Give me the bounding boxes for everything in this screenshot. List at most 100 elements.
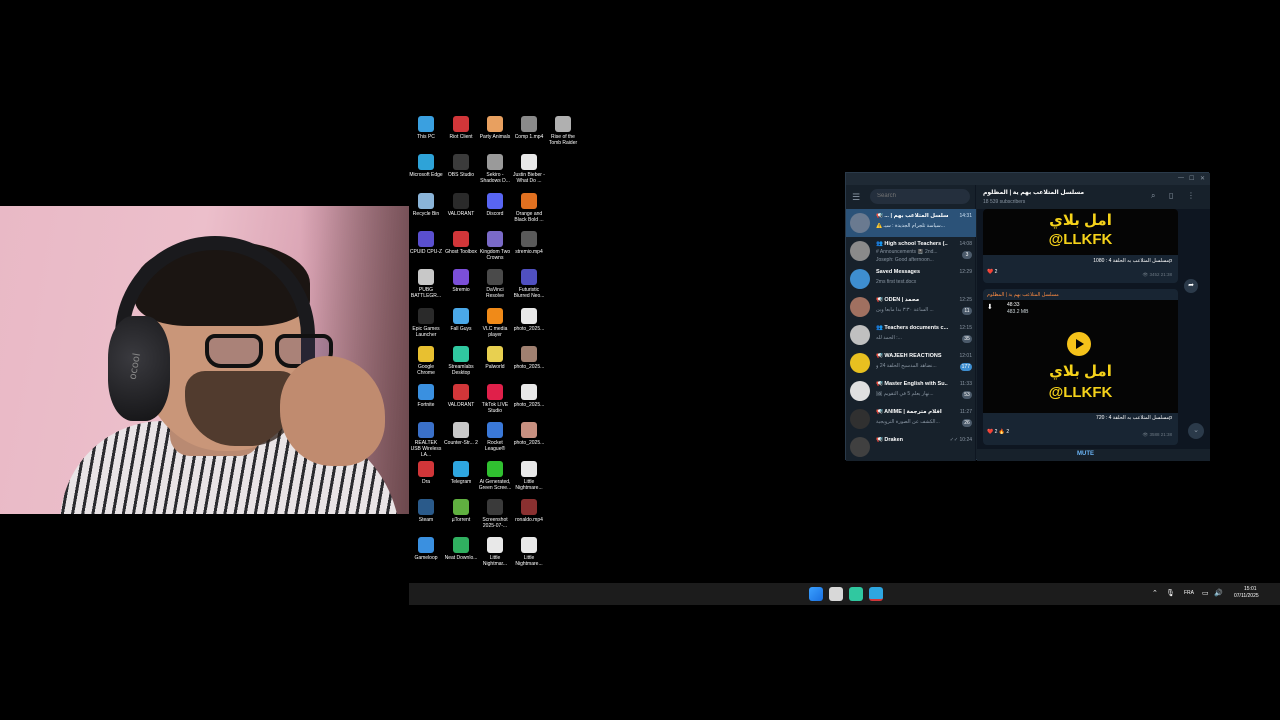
desktop-icon[interactable]: PUBG BATTLEGR... bbox=[409, 269, 443, 299]
desktop-icon[interactable]: Telegram bbox=[444, 460, 478, 485]
desktop-icon[interactable]: Kingdom Two Crowns bbox=[478, 230, 512, 261]
desktop-icon[interactable]: Recycle Bin bbox=[409, 192, 443, 217]
desktop-icon[interactable]: Discord bbox=[478, 192, 512, 217]
desktop-icon[interactable]: photo_2025... bbox=[512, 345, 546, 370]
microphone-icon[interactable]: 🎙 bbox=[1166, 589, 1175, 597]
display-icon[interactable]: ▭ bbox=[1202, 589, 1209, 597]
app-icon bbox=[418, 307, 434, 324]
chat-item[interactable]: 📢 WAJEEH REACTIONS 12:01 نضاهد المدسيج الح… bbox=[846, 349, 976, 377]
chat-name: 👥 Teachers documents c... bbox=[876, 325, 948, 331]
desktop-icon[interactable]: Ghost Toolbox bbox=[444, 230, 478, 255]
more-icon[interactable]: ⋮ bbox=[1187, 191, 1195, 200]
desktop-icon[interactable]: Rise of the Tomb Raider bbox=[546, 116, 580, 146]
desktop-icon[interactable]: Rocket League® bbox=[478, 422, 512, 452]
desktop-icon[interactable]: Streamlabs Desktop bbox=[444, 345, 478, 376]
reactions[interactable]: ❤️ 2 bbox=[987, 269, 997, 275]
desktop-icon[interactable]: Little Nightmare... bbox=[512, 460, 546, 491]
forwarded-from[interactable]: مسلسل المتلاعب بهم ية | المظلوم bbox=[987, 292, 1059, 298]
minimize-button[interactable]: — bbox=[1178, 175, 1184, 181]
channel-header[interactable]: مسلسل المتلاعب بهم ية | المظلوم 18 539 s… bbox=[977, 185, 1210, 209]
chat-item[interactable]: 📢 Master English with Su... 11:33 🖼 نهار ي… bbox=[846, 377, 976, 405]
desktop-icon[interactable]: Fall Guys bbox=[444, 307, 478, 332]
chat-item[interactable]: 📢 ... | مسلسل المتلاعب بهم 14:31 ⚠️ سياسة … bbox=[846, 209, 976, 237]
desktop-icon[interactable]: Futuristic Blurred Neo... bbox=[512, 269, 546, 299]
channel-message[interactable]: امل بلاي @LLKFK مسلسل المتلاعب به الحلقة… bbox=[983, 209, 1178, 283]
desktop-icon[interactable]: TikTok LIVE Studio bbox=[478, 384, 512, 414]
desktop-icon[interactable]: Riot Client bbox=[444, 116, 478, 140]
desktop-icon[interactable]: VALORANT bbox=[444, 384, 478, 408]
hamburger-menu-icon[interactable]: ☰ bbox=[852, 191, 864, 203]
avatar bbox=[850, 437, 870, 457]
channel-message[interactable]: مسلسل المتلاعب بهم ية | المظلوم امل بلاي… bbox=[983, 289, 1178, 445]
volume-icon[interactable]: 🔊 bbox=[1214, 589, 1223, 597]
desktop-icon[interactable]: Counter-Str... 2 bbox=[444, 422, 478, 446]
channel-title[interactable]: مسلسل المتلاعب بهم ية | المظلوم bbox=[983, 189, 1084, 196]
desktop-icon[interactable]: Neat Downlo... bbox=[444, 537, 478, 561]
desktop-icon[interactable]: Dra bbox=[409, 460, 443, 485]
desktop-icon[interactable]: Google Chrome bbox=[409, 345, 443, 376]
desktop-icon[interactable]: Palworld bbox=[478, 345, 512, 370]
desktop-icon[interactable]: photo_2025... bbox=[512, 307, 546, 332]
chat-item[interactable]: 👥 Teachers documents c... 12:15 الحمد لله … bbox=[846, 321, 976, 349]
language-indicator[interactable]: FRA bbox=[1184, 590, 1194, 596]
mute-button[interactable]: MUTE bbox=[1077, 451, 1094, 457]
chat-item[interactable]: 👥 High school Teachers (... 14:08 # Announ… bbox=[846, 237, 976, 265]
desktop-icon[interactable]: Fortnite bbox=[409, 384, 443, 408]
desktop-icon[interactable]: VLC media player bbox=[478, 307, 512, 338]
desktop-icon[interactable]: DaVinci Resolve bbox=[478, 269, 512, 299]
download-icon[interactable]: ⬇ bbox=[987, 303, 993, 311]
desktop-icon[interactable]: Orange and Black Bold ... bbox=[512, 192, 546, 223]
desktop-icon[interactable]: Comp 1.mp4 bbox=[512, 116, 546, 140]
video-thumbnail[interactable]: امل بلاي @LLKFK bbox=[983, 300, 1178, 413]
clock-date[interactable]: 07/11/2025 bbox=[1234, 593, 1259, 599]
desktop-icon[interactable]: OBS Studio bbox=[444, 154, 478, 178]
desktop-icon[interactable]: ronaldo.mp4 bbox=[512, 499, 546, 523]
close-button[interactable]: ✕ bbox=[1200, 175, 1205, 182]
search-icon[interactable]: ⌕ bbox=[1151, 191, 1155, 201]
telegram-window[interactable]: — ☐ ✕ ☰ 📢 ... | مسلسل المتلاعب بهم 14:31 ⚠… bbox=[845, 172, 1210, 461]
clock-time[interactable]: 15:01 bbox=[1244, 586, 1257, 592]
sidebar-icon[interactable]: ▯ bbox=[1169, 191, 1173, 200]
play-logo-icon[interactable] bbox=[1067, 332, 1091, 356]
chevron-up-icon[interactable]: ⌃ bbox=[1152, 589, 1158, 597]
desktop-icon[interactable]: Sekiro - Shadows D... bbox=[478, 154, 512, 184]
desktop-icon-label: DaVinci Resolve bbox=[485, 287, 505, 300]
desktop-icon[interactable]: Steam bbox=[409, 499, 443, 523]
video-thumbnail[interactable]: امل بلاي @LLKFK bbox=[983, 209, 1178, 255]
search-input[interactable] bbox=[870, 189, 970, 204]
chat-item[interactable]: Saved Messages 12:29 2ms first test.docx bbox=[846, 265, 976, 293]
app-icon bbox=[453, 422, 469, 439]
file-explorer-icon[interactable] bbox=[829, 587, 843, 601]
forward-icon[interactable]: ➦ bbox=[1184, 279, 1198, 293]
desktop-icon[interactable]: Little Nightmare... bbox=[512, 537, 546, 567]
desktop-icon[interactable]: photo_2025... bbox=[512, 384, 546, 408]
window-titlebar[interactable]: — ☐ ✕ bbox=[846, 173, 1210, 185]
chat-item[interactable]: 📢 ODEN | محمد 12:25 الساعة ٣:٣٠ بدأ مابعا … bbox=[846, 293, 976, 321]
chat-preview: ⚠️ سياسة تلجرام الجديدة : سيـ... bbox=[876, 223, 945, 229]
desktop-icon[interactable]: VALORANT bbox=[444, 192, 478, 217]
desktop-icon[interactable]: REALTEK USB Wireless LA... bbox=[409, 422, 443, 458]
desktop-icon[interactable]: µTorrent bbox=[444, 499, 478, 523]
desktop-icon[interactable]: Stremio bbox=[444, 269, 478, 293]
windows-start-icon[interactable] bbox=[809, 587, 823, 601]
chat-item[interactable]: 📢 Draken ✓✓ 10:24 bbox=[846, 433, 976, 461]
desktop-icon[interactable]: Party Animals bbox=[478, 116, 512, 140]
maximize-button[interactable]: ☐ bbox=[1189, 175, 1194, 182]
reactions[interactable]: ❤️ 2 🔥 2 bbox=[987, 429, 1009, 435]
desktop-icon[interactable]: Screenshot 2025-07-... bbox=[478, 499, 512, 529]
desktop-icon[interactable]: Justin Bieber - What Do ... bbox=[512, 154, 546, 184]
desktop-icon[interactable]: CPUID CPU-Z bbox=[409, 230, 443, 255]
streamlabs-icon[interactable] bbox=[849, 587, 863, 601]
desktop-icon[interactable]: Microsoft Edge bbox=[409, 154, 443, 178]
desktop-icon[interactable]: stremio.mp4 bbox=[512, 230, 546, 255]
desktop-icon[interactable]: Little Nightmar... bbox=[478, 537, 512, 567]
desktop-icon[interactable]: Gameloop bbox=[409, 537, 443, 561]
desktop-icon[interactable]: photo_2025... bbox=[512, 422, 546, 446]
desktop-icon[interactable]: Epic Games Launcher bbox=[409, 307, 443, 338]
scroll-down-icon[interactable]: ⌄ bbox=[1188, 423, 1204, 439]
telegram-taskbar-icon[interactable] bbox=[869, 587, 883, 601]
desktop-icon[interactable]: This PC bbox=[409, 116, 443, 140]
desktop-icon[interactable]: Ai Generated, Green Scree... bbox=[478, 460, 512, 491]
desktop-icon-label: Fall Guys bbox=[450, 325, 472, 332]
chat-item[interactable]: 📢 ANIME | أفلام مترجمة 11:27 الكشف عن الصو… bbox=[846, 405, 976, 433]
